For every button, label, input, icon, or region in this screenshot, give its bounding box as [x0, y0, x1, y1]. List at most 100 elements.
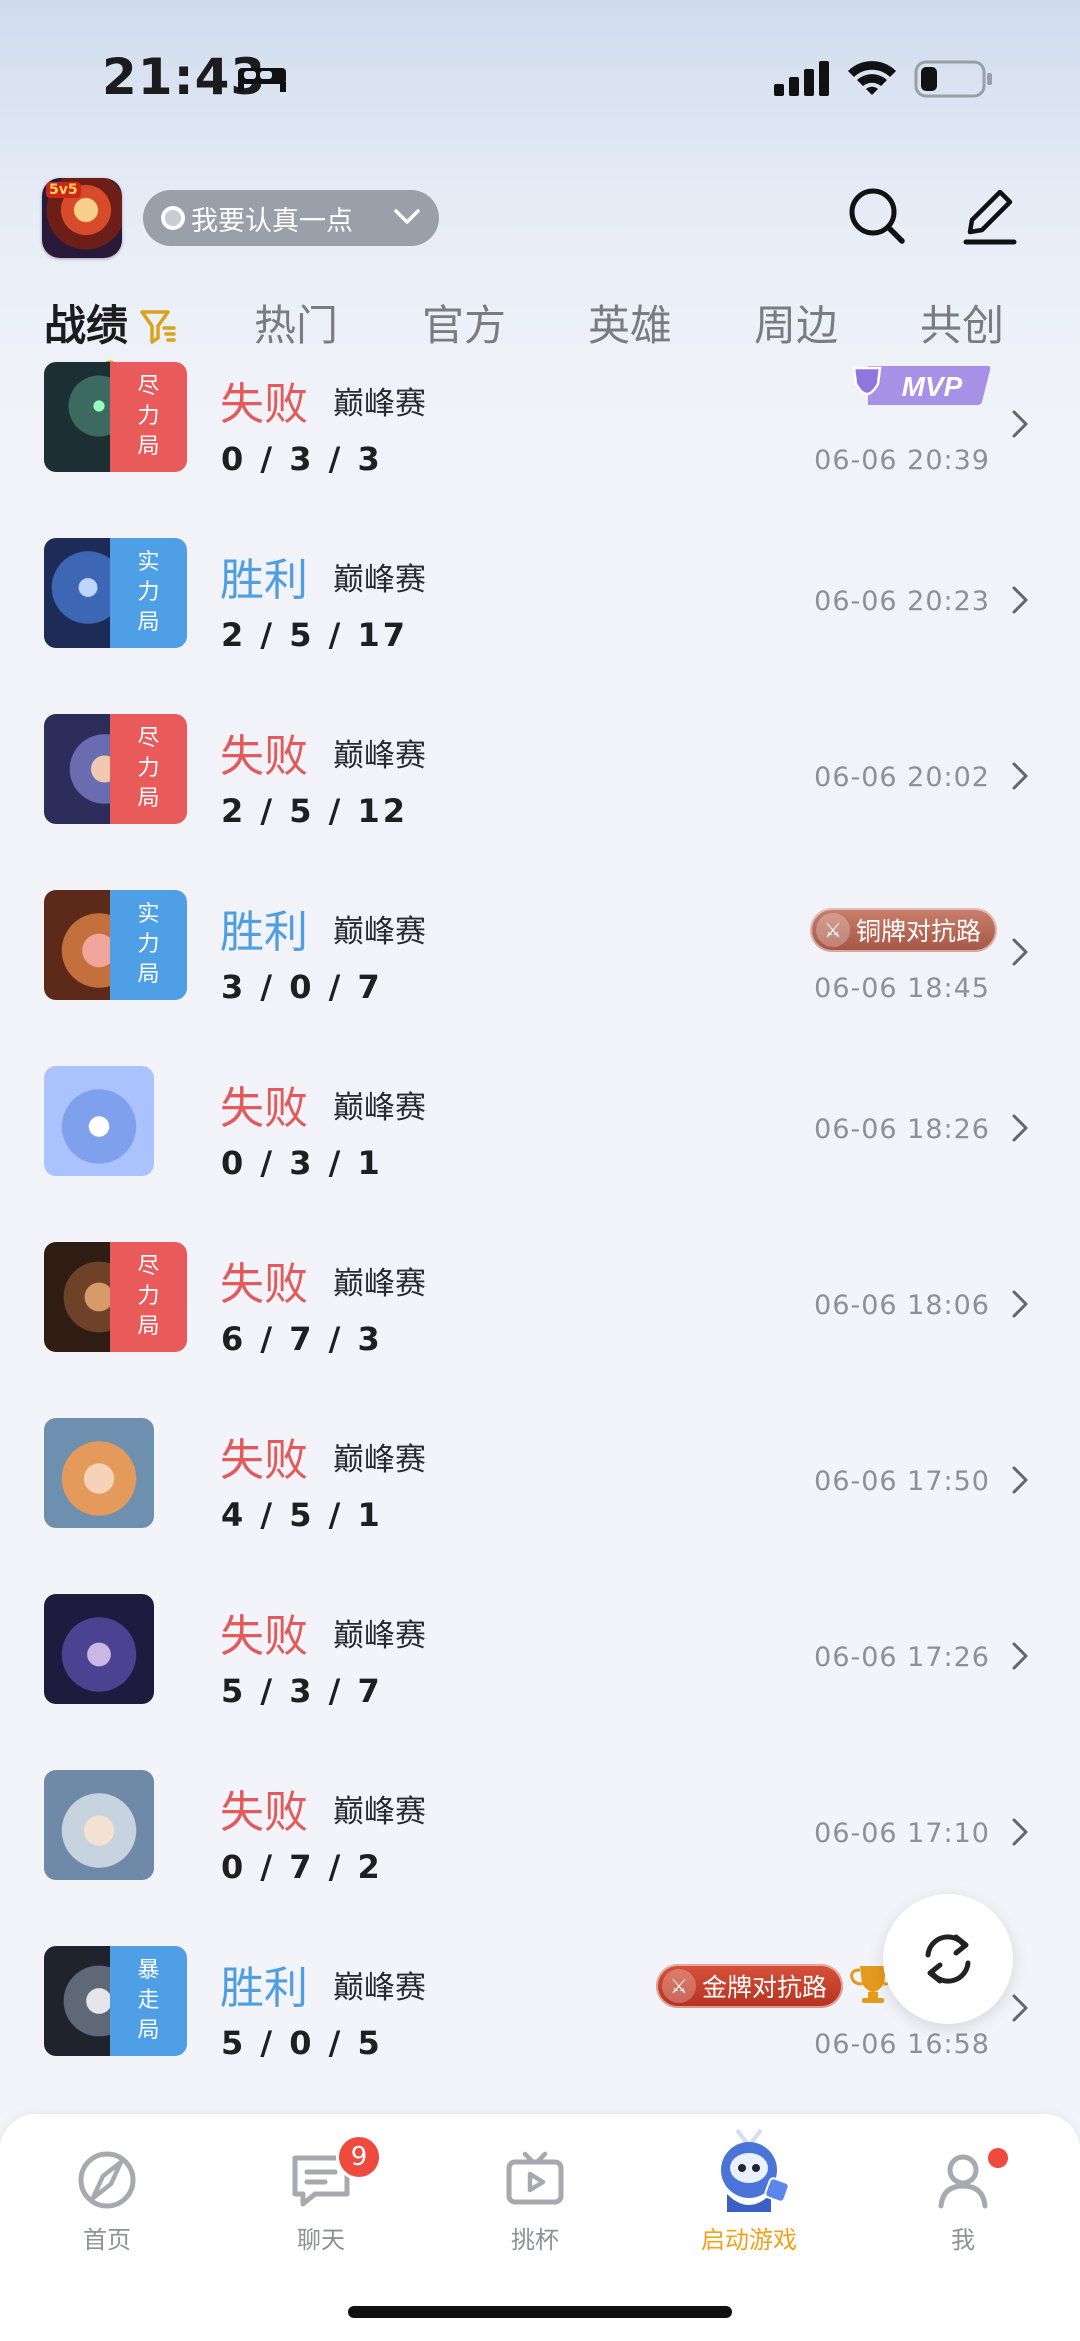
chevron-right-icon	[1012, 1818, 1028, 1846]
match-time: 06-06 20:39	[814, 445, 990, 476]
match-mode-tag: 暴走局	[110, 1946, 187, 2056]
nav-launch-game[interactable]: 启动游戏	[674, 2128, 824, 2255]
match-history-list: 尽力局 失败 巅峰赛 0 / 3 / 3 MVP 06-06 20:39 实力局…	[0, 360, 1080, 2120]
tab-heroes[interactable]: 英雄	[588, 292, 672, 353]
match-mode: 巅峰赛	[333, 562, 426, 598]
nav-chat[interactable]: 9 聊天	[246, 2134, 396, 2255]
match-row[interactable]: 失败 巅峰赛 4 / 5 / 1 06-06 17:50	[0, 1386, 1080, 1562]
edit-icon[interactable]	[958, 184, 1022, 248]
chevron-right-icon	[1012, 938, 1028, 966]
mvp-badge: MVP	[852, 366, 991, 405]
nav-cup[interactable]: 挑杯	[460, 2144, 610, 2255]
match-row[interactable]: 尽力局 失败 巅峰赛 0 / 3 / 3 MVP 06-06 20:39	[0, 360, 1080, 506]
game-app-icon[interactable]: 5v5	[42, 178, 122, 258]
status-dot-icon	[161, 206, 185, 230]
match-result: 失败	[220, 1259, 308, 1310]
nav-launch-game-label: 启动游戏	[701, 2226, 797, 2254]
match-row[interactable]: 失败 巅峰赛 0 / 7 / 2 06-06 17:10	[0, 1738, 1080, 1914]
match-kda: 0 / 3 / 3	[221, 440, 383, 478]
motto-selector[interactable]: 我要认真一点	[143, 190, 439, 246]
tv-icon	[506, 2151, 564, 2205]
nav-me-label: 我	[951, 2226, 975, 2254]
refresh-button[interactable]	[883, 1894, 1013, 2024]
compass-icon	[78, 2151, 136, 2209]
match-mode: 巅峰赛	[333, 1090, 426, 1126]
chevron-right-icon	[1012, 1114, 1028, 1142]
match-result: 胜利	[220, 907, 308, 958]
chevron-right-icon	[1012, 1642, 1028, 1670]
nav-me[interactable]: 我	[888, 2144, 1038, 2255]
match-kda: 5 / 3 / 7	[221, 1672, 383, 1710]
match-mode: 巅峰赛	[333, 1618, 426, 1654]
match-time: 06-06 17:26	[814, 1642, 990, 1673]
chevron-right-icon	[1012, 1466, 1028, 1494]
status-bar: 21:43	[0, 0, 1080, 150]
match-time: 06-06 20:02	[814, 762, 990, 793]
match-mode: 巅峰赛	[333, 1970, 426, 2006]
match-kda: 0 / 3 / 1	[221, 1144, 383, 1182]
match-result: 失败	[220, 1787, 308, 1838]
refresh-icon	[925, 1934, 971, 1984]
match-time: 06-06 20:23	[814, 586, 990, 617]
nav-home[interactable]: 首页	[32, 2144, 182, 2255]
match-mode-tag: 实力局	[110, 890, 187, 1000]
match-time: 06-06 17:50	[814, 1466, 990, 1497]
match-result: 失败	[220, 1435, 308, 1486]
match-mode: 巅峰赛	[333, 386, 426, 422]
top-bar: 5v5 我要认真一点	[0, 170, 1080, 270]
match-row[interactable]: 实力局 胜利 巅峰赛 2 / 5 / 17 06-06 20:23	[0, 506, 1080, 682]
match-time: 06-06 16:58	[814, 2029, 990, 2060]
home-indicator[interactable]	[348, 2306, 732, 2318]
nav-home-label: 首页	[83, 2226, 131, 2254]
match-row[interactable]: 尽力局 失败 巅峰赛 2 / 5 / 12 06-06 20:02	[0, 682, 1080, 858]
chevron-right-icon	[1012, 1994, 1028, 2022]
nav-cup-label: 挑杯	[511, 2226, 559, 2254]
match-row[interactable]: 失败 巅峰赛 0 / 3 / 1 06-06 18:26	[0, 1034, 1080, 1210]
user-icon	[938, 2154, 988, 2209]
match-kda: 5 / 0 / 5	[221, 2024, 383, 2062]
crossed-swords-icon: ⚔	[816, 913, 850, 947]
chevron-down-icon	[394, 209, 420, 224]
tab-cocreate[interactable]: 共创	[920, 292, 1004, 353]
match-mode-tag: 尽力局	[110, 362, 187, 472]
match-kda: 0 / 7 / 2	[221, 1848, 383, 1886]
match-mode-tag: 实力局	[110, 538, 187, 648]
filter-icon[interactable]	[138, 306, 178, 346]
tab-merch[interactable]: 周边	[754, 292, 838, 353]
match-mode: 巅峰赛	[333, 1794, 426, 1830]
gold-lane-badge: ⚔ 金牌对抗路	[656, 1964, 844, 2008]
match-result: 失败	[220, 1611, 308, 1662]
unread-count-badge: 9	[336, 2134, 382, 2180]
sleep-mode-icon	[238, 68, 286, 92]
search-icon[interactable]	[845, 184, 909, 248]
match-result: 失败	[220, 379, 308, 430]
nav-chat-label: 聊天	[297, 2226, 345, 2254]
tab-official[interactable]: 官方	[422, 292, 506, 353]
match-kda: 3 / 0 / 7	[221, 968, 383, 1006]
match-result: 胜利	[220, 555, 308, 606]
match-row[interactable]: 实力局 胜利 巅峰赛 3 / 0 / 7 ⚔ 铜牌对抗路 06-06 18:45	[0, 858, 1080, 1034]
chevron-right-icon	[1012, 762, 1028, 790]
battery-icon	[914, 60, 992, 98]
cellular-signal-icon	[774, 61, 829, 96]
svg-text:MVP: MVP	[902, 371, 963, 402]
wifi-icon	[848, 61, 896, 95]
tab-records[interactable]: 战绩	[44, 292, 128, 353]
match-result: 失败	[220, 1083, 308, 1134]
tab-hot[interactable]: 热门	[254, 292, 338, 353]
match-mode: 巅峰赛	[333, 1266, 426, 1302]
match-mode-tag: 尽力局	[110, 1242, 187, 1352]
hero-avatar	[44, 1770, 154, 1880]
match-time: 06-06 18:26	[814, 1114, 990, 1145]
match-row[interactable]: 失败 巅峰赛 5 / 3 / 7 06-06 17:26	[0, 1562, 1080, 1738]
match-time: 06-06 18:06	[814, 1290, 990, 1321]
match-kda: 4 / 5 / 1	[221, 1496, 383, 1534]
game-mascot-icon	[721, 2128, 790, 2212]
hero-avatar	[44, 1418, 154, 1528]
match-kda: 2 / 5 / 17	[221, 616, 408, 654]
chevron-right-icon	[1012, 586, 1028, 614]
match-mode: 巅峰赛	[333, 1442, 426, 1478]
match-mode-tag: 尽力局	[110, 714, 187, 824]
match-row[interactable]: 尽力局 失败 巅峰赛 6 / 7 / 3 06-06 18:06	[0, 1210, 1080, 1386]
match-kda: 6 / 7 / 3	[221, 1320, 383, 1358]
